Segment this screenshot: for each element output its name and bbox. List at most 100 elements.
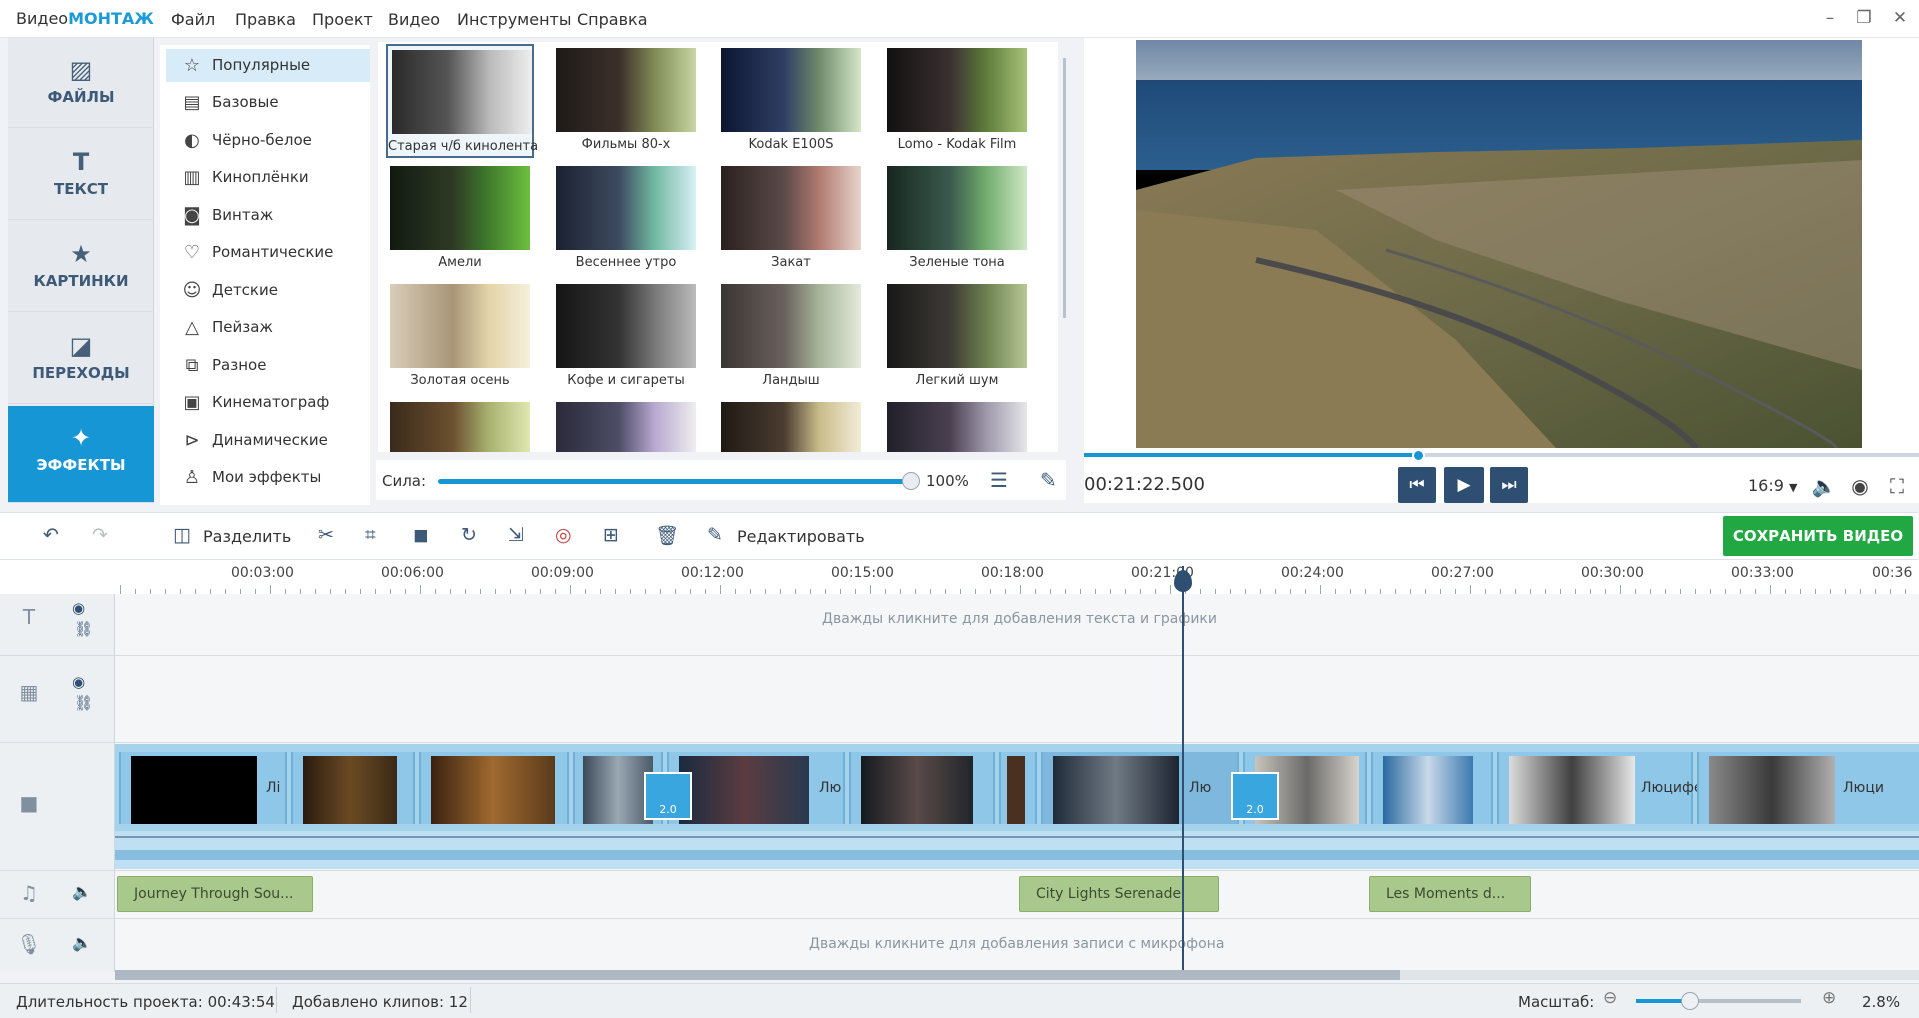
video-clip[interactable]: Лі [119, 752, 287, 824]
split-button[interactable]: Разделить [203, 527, 291, 546]
next-frame-button[interactable]: ⏭ [1490, 467, 1528, 503]
strength-slider[interactable] [438, 479, 910, 484]
video-clip[interactable]: Лю [667, 752, 845, 824]
clip-audio-waveform[interactable] [115, 831, 1919, 869]
fullscreen-icon[interactable]: ⛶ [1884, 474, 1910, 498]
zoom-in-icon[interactable]: ⊕ [1822, 988, 1836, 1008]
effect-tile[interactable]: Закат [717, 162, 865, 276]
music-clip[interactable]: Journey Through Sou... [117, 876, 313, 912]
category-pictures[interactable]: ★ КАРТИНКИ [8, 222, 154, 312]
effect-category-misc[interactable]: ⧉ Разное [166, 349, 370, 382]
clip-thumbnail [1509, 756, 1635, 824]
speaker-icon[interactable]: 🔈 [72, 933, 92, 952]
play-button[interactable]: ▶ [1444, 467, 1484, 503]
effect-category-cinema[interactable]: ▣ Кинематограф [166, 386, 370, 419]
menu-edit[interactable]: Правка [235, 10, 296, 29]
add-clip-icon[interactable]: ⊞ [603, 524, 619, 546]
menu-help[interactable]: Справка [577, 10, 648, 29]
effect-tile[interactable] [552, 398, 700, 452]
rotate-icon[interactable]: ↻ [461, 524, 477, 546]
crop-icon[interactable]: ⌗ [365, 524, 376, 546]
effect-tile[interactable]: Ландыш [717, 280, 865, 394]
brush-icon[interactable]: ✎ [1040, 468, 1057, 492]
edit-button[interactable]: Редактировать [737, 527, 865, 546]
category-transitions[interactable]: ◪ ПЕРЕХОДЫ [8, 314, 154, 404]
effect-category-romantic[interactable]: ♡ Романтические [166, 236, 370, 269]
eye-icon[interactable]: ◉ [72, 673, 85, 691]
resize-icon[interactable]: ⇲ [508, 524, 524, 546]
strength-slider-handle[interactable] [902, 472, 920, 490]
effect-category-bw[interactable]: ◐ Чёрно-белое [166, 124, 370, 157]
split-icon[interactable]: ◫ [173, 524, 191, 546]
link-icon[interactable]: ⛓ [74, 620, 93, 638]
stabilize-icon[interactable]: ◎ [555, 524, 572, 546]
volume-icon[interactable]: 🔈 [1811, 474, 1837, 498]
link-icon[interactable]: ⛓ [74, 694, 93, 712]
preview-progress-handle[interactable] [1412, 449, 1425, 462]
effect-tile[interactable]: Амели [386, 162, 534, 276]
menu-tools[interactable]: Инструменты [457, 10, 572, 29]
menu-video[interactable]: Видео [388, 10, 440, 29]
settings-sliders-icon[interactable]: ☰ [990, 468, 1008, 492]
video-clip[interactable] [291, 752, 415, 824]
video-clip[interactable]: Люци [1697, 752, 1919, 824]
eye-icon[interactable]: ◉ [72, 599, 85, 617]
effect-category-kids[interactable]: ☺ Детские [166, 274, 370, 307]
zoom-out-icon[interactable]: ⊖ [1603, 988, 1617, 1008]
effect-tile[interactable]: Старая ч/б кинолента [386, 44, 538, 158]
effect-tile[interactable]: Kodak E100S [717, 44, 865, 158]
video-track[interactable]: Лі Лю Лю Люцифе Люци 2.0 2.0 [115, 744, 1919, 831]
effect-category-my[interactable]: ♙ Мои эффекты [166, 461, 370, 494]
playhead-handle[interactable] [1174, 570, 1192, 592]
video-clip[interactable]: Люцифе [1497, 752, 1703, 824]
category-files[interactable]: ▨ ФАЙЛЫ [8, 38, 154, 128]
snapshot-icon[interactable]: ◉ [1847, 474, 1873, 498]
effect-category-dynamic[interactable]: ⊳ Динамические [166, 424, 370, 457]
effect-tile[interactable]: Кофе и сигареты [552, 280, 700, 394]
music-clip[interactable]: Les Moments d... [1369, 876, 1531, 912]
video-clip[interactable] [999, 752, 1037, 824]
aspect-ratio-select[interactable]: 16:9 ▼ [1748, 476, 1798, 495]
video-clip[interactable] [1371, 752, 1493, 824]
minimize-icon[interactable]: – [1818, 8, 1842, 30]
effects-scrollbar[interactable] [1063, 58, 1066, 318]
video-clip[interactable] [849, 752, 995, 824]
playhead[interactable] [1182, 566, 1184, 970]
save-video-button[interactable]: СОХРАНИТЬ ВИДЕО [1723, 516, 1913, 556]
effect-category-basic[interactable]: ▤ Базовые [166, 86, 370, 119]
effect-tile[interactable]: Весеннее утро [552, 162, 700, 276]
effect-category-film[interactable]: ▥ Киноплёнки [166, 161, 370, 194]
delete-icon[interactable]: 🗑 [655, 524, 679, 547]
edit-icon[interactable]: ✎ [707, 524, 723, 546]
video-clip[interactable]: Лю [1041, 752, 1239, 824]
timeline-scroll-thumb[interactable] [115, 970, 1400, 980]
redo-icon[interactable]: ↷ [92, 524, 108, 546]
video-preview[interactable] [1136, 40, 1862, 448]
speaker-icon[interactable]: 🔈 [72, 882, 92, 901]
video-clip[interactable] [419, 752, 569, 824]
effect-tile[interactable]: Золотая осень [386, 280, 534, 394]
effect-category-popular[interactable]: ☆ Популярные [166, 49, 370, 82]
effect-tile[interactable] [386, 398, 534, 452]
undo-icon[interactable]: ↶ [43, 524, 59, 546]
effect-category-landscape[interactable]: △ Пейзаж [166, 311, 370, 344]
effect-tile[interactable]: Легкий шум [883, 280, 1031, 394]
category-text[interactable]: T ТЕКСТ [8, 130, 154, 220]
restore-icon[interactable]: ❐ [1852, 8, 1876, 30]
frame-crop-icon[interactable]: ◼ [413, 524, 429, 546]
effect-tile[interactable]: Фильмы 80-х [552, 44, 700, 158]
transition-marker[interactable]: 2.0 [644, 772, 692, 820]
menu-file[interactable]: Файл [171, 10, 215, 29]
effect-category-vintage[interactable]: ◙ Винтаж [166, 199, 370, 232]
effect-tile[interactable] [883, 398, 1031, 452]
transition-marker[interactable]: 2.0 [1231, 772, 1279, 820]
effect-tile[interactable] [717, 398, 865, 452]
previous-frame-button[interactable]: ⏮ [1398, 467, 1436, 503]
music-clip[interactable]: City Lights Serenade [1019, 876, 1219, 912]
close-icon[interactable]: ✕ [1888, 8, 1912, 30]
effect-tile[interactable]: Lomo - Kodak Film [883, 44, 1031, 158]
menu-project[interactable]: Проект [312, 10, 373, 29]
cut-icon[interactable]: ✂ [318, 524, 334, 546]
effect-tile[interactable]: Зеленые тона [883, 162, 1031, 276]
category-effects[interactable]: ✦ ЭФФЕКТЫ [8, 406, 154, 503]
